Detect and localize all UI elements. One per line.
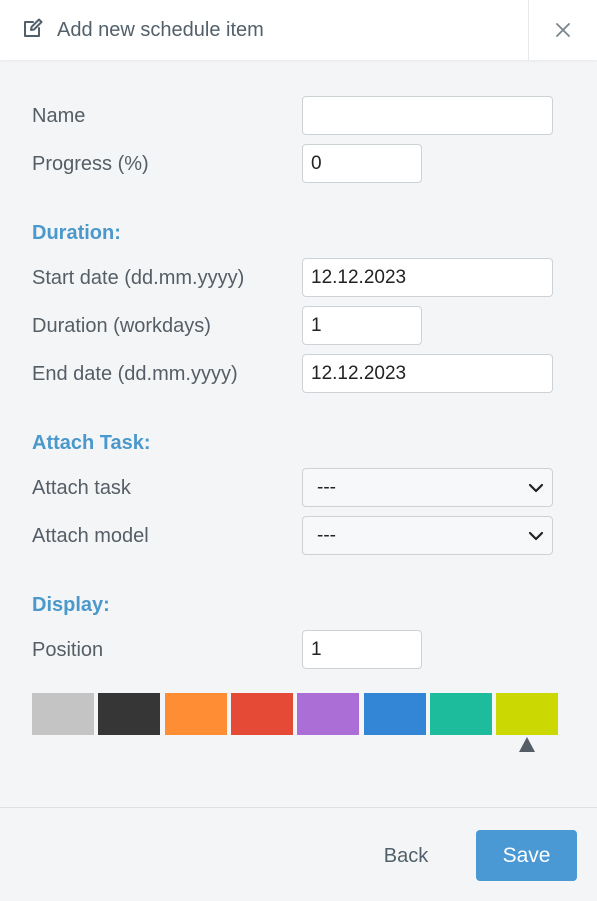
attach-model-label: Attach model bbox=[32, 525, 149, 547]
attach-model-select[interactable]: --- bbox=[302, 516, 553, 555]
position-label: Position bbox=[32, 639, 104, 661]
name-input[interactable] bbox=[302, 96, 553, 135]
duration-label: Duration (workdays) bbox=[32, 315, 211, 337]
progress-label: Progress (%) bbox=[32, 153, 149, 175]
start-date-input[interactable] bbox=[302, 258, 553, 297]
end-date-input[interactable] bbox=[302, 354, 553, 393]
color-swatch[interactable] bbox=[496, 693, 558, 735]
close-button[interactable] bbox=[529, 0, 597, 60]
color-swatch[interactable] bbox=[430, 693, 492, 735]
end-date-label: End date (dd.mm.yyyy) bbox=[32, 363, 238, 385]
back-button[interactable]: Back bbox=[370, 836, 442, 876]
progress-input[interactable] bbox=[302, 144, 422, 183]
color-picker bbox=[32, 693, 560, 735]
color-swatch[interactable] bbox=[165, 693, 227, 735]
name-label: Name bbox=[32, 105, 86, 127]
attach-task-value: --- bbox=[317, 477, 336, 498]
dialog-title: Add new schedule item bbox=[57, 19, 264, 41]
color-swatch[interactable] bbox=[364, 693, 426, 735]
color-swatch[interactable] bbox=[297, 693, 359, 735]
attach-task-section-title: Attach Task: bbox=[32, 432, 151, 454]
chevron-down-icon bbox=[528, 531, 544, 541]
close-icon bbox=[556, 23, 570, 37]
chevron-down-icon bbox=[528, 483, 544, 493]
display-section-title: Display: bbox=[32, 594, 110, 616]
duration-input[interactable] bbox=[302, 306, 422, 345]
footer-divider bbox=[0, 807, 597, 808]
edit-icon bbox=[24, 18, 43, 37]
position-input[interactable] bbox=[302, 630, 422, 669]
attach-task-label: Attach task bbox=[32, 477, 131, 499]
selected-color-marker bbox=[519, 737, 535, 752]
duration-section-title: Duration: bbox=[32, 222, 121, 244]
schedule-item-dialog: Add new schedule item Name Progress (%) … bbox=[0, 0, 597, 901]
color-swatch[interactable] bbox=[32, 693, 94, 735]
attach-model-value: --- bbox=[317, 525, 336, 546]
save-button[interactable]: Save bbox=[476, 830, 577, 881]
attach-task-select[interactable]: --- bbox=[302, 468, 553, 507]
dialog-header: Add new schedule item bbox=[0, 0, 597, 60]
start-date-label: Start date (dd.mm.yyyy) bbox=[32, 267, 245, 289]
color-swatch[interactable] bbox=[231, 693, 293, 735]
color-swatch[interactable] bbox=[98, 693, 160, 735]
